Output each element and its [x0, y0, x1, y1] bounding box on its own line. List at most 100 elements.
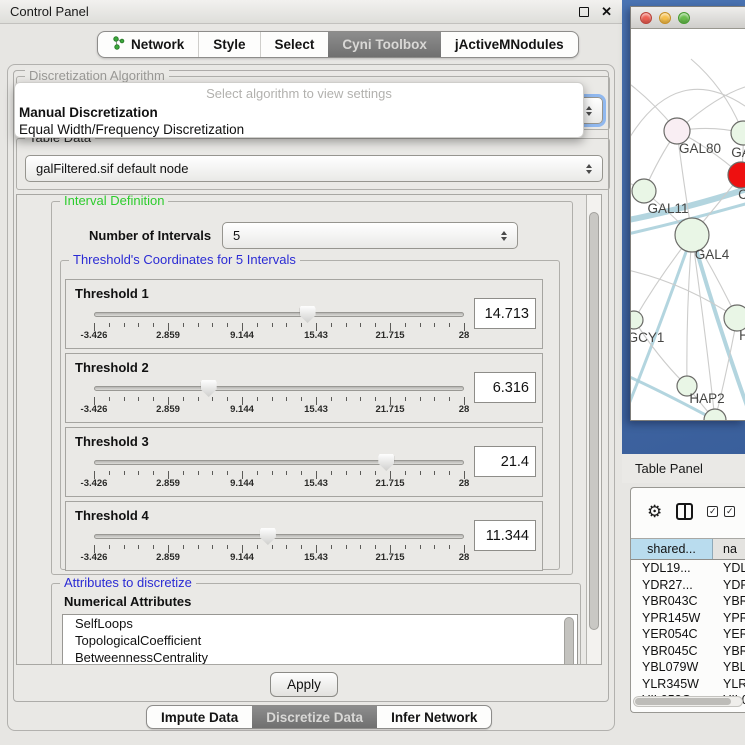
cell-shared-name[interactable]: YBL079W	[631, 659, 713, 676]
table-horizontal-scrollbar[interactable]	[633, 696, 743, 707]
table-row[interactable]: YBL079WYBL0	[631, 659, 745, 676]
threshold-slider[interactable]: -3.4262.8599.14415.4321.71528	[94, 306, 464, 340]
threshold-slider[interactable]: -3.4262.8599.14415.4321.71528	[94, 528, 464, 562]
settings-scrollbar-thumb[interactable]	[589, 212, 599, 630]
network-node-ga[interactable]	[731, 121, 745, 145]
threshold-slider[interactable]: -3.4262.8599.14415.4321.71528	[94, 454, 464, 488]
network-graph[interactable]: GAL80GACGAL11GAL4GCY1HHAP2	[631, 29, 745, 420]
tab-discretize-data[interactable]: Discretize Data	[252, 706, 377, 728]
slider-thumb[interactable]	[260, 528, 276, 545]
checkbox-icon[interactable]: ✓	[724, 506, 735, 517]
slider-track[interactable]	[94, 534, 464, 539]
tick-mark	[109, 471, 110, 475]
attributes-scrollbar[interactable]	[563, 617, 575, 665]
table-row[interactable]: YBR043CYBR0	[631, 593, 745, 610]
float-window-icon[interactable]	[579, 7, 589, 17]
tab-cyni-toolbox[interactable]: Cyni Toolbox	[328, 32, 441, 57]
threshold-value-field[interactable]: 6.316	[474, 372, 536, 403]
cell-shared-name[interactable]: YDR27...	[631, 577, 713, 594]
cell-name[interactable]: YLR3	[713, 676, 745, 693]
slider-track[interactable]	[94, 312, 464, 317]
tab-impute-data[interactable]: Impute Data	[147, 706, 252, 728]
close-icon[interactable]: ✕	[601, 7, 612, 17]
tab-select[interactable]: Select	[260, 32, 329, 57]
slider-thumb[interactable]	[201, 380, 217, 397]
cell-shared-name[interactable]: YBR043C	[631, 593, 713, 610]
network-node-gcy1[interactable]	[631, 311, 643, 329]
slider-thumb[interactable]	[300, 306, 316, 323]
cell-shared-name[interactable]: YBR045C	[631, 643, 713, 660]
cell-name[interactable]: YBL0	[713, 659, 745, 676]
column-header-name[interactable]: na	[713, 539, 745, 559]
table-row[interactable]: YBR045CYBR0	[631, 643, 745, 660]
column-header-shared-name[interactable]: shared...	[631, 539, 713, 559]
cell-name[interactable]: YDL1	[713, 560, 745, 577]
tick-mark	[124, 397, 125, 401]
tab-network[interactable]: Network	[98, 32, 198, 57]
threshold-value-field[interactable]: 11.344	[474, 520, 536, 551]
table-data-combo[interactable]: galFiltered.sif default node	[25, 155, 603, 182]
checkbox-icon[interactable]: ✓	[707, 506, 718, 517]
tab-jactivemnodules[interactable]: jActiveMNodules	[441, 32, 578, 57]
slider-track[interactable]	[94, 460, 464, 465]
tick-label: 9.144	[230, 478, 254, 489]
cell-name[interactable]: YDR2	[713, 577, 745, 594]
algorithm-option-manual-discretization[interactable]: Manual Discretization	[15, 104, 583, 121]
network-edge[interactable]	[631, 269, 737, 318]
cell-name[interactable]: YBR0	[713, 643, 745, 660]
network-edge[interactable]	[691, 59, 743, 133]
table-row[interactable]: YER054CYER0	[631, 626, 745, 643]
table-row[interactable]: YDR27...YDR2	[631, 577, 745, 594]
split-columns-icon[interactable]	[676, 503, 693, 520]
combo-stepper-icon	[586, 164, 592, 174]
threshold-label: Threshold 3	[75, 434, 149, 449]
tick-label: 2.859	[156, 330, 180, 341]
minimize-traffic-light-icon[interactable]	[659, 12, 671, 24]
close-traffic-light-icon[interactable]	[640, 12, 652, 24]
tab-infer-network[interactable]: Infer Network	[377, 706, 491, 728]
tick-mark	[286, 545, 287, 549]
cell-name[interactable]: YER0	[713, 626, 745, 643]
table-row[interactable]: YPR145WYPR1	[631, 610, 745, 627]
algorithm-option-equal-width-frequency-discretization[interactable]: Equal Width/Frequency Discretization	[15, 121, 583, 138]
table-row[interactable]: YDL19...YDL1	[631, 560, 745, 577]
network-window-titlebar	[631, 7, 745, 29]
attribute-item-topologicalcoefficient[interactable]: TopologicalCoefficient	[63, 632, 577, 649]
cell-shared-name[interactable]: YPR145W	[631, 610, 713, 627]
attribute-item-selfloops[interactable]: SelfLoops	[63, 615, 577, 632]
tick-label: 2.859	[156, 552, 180, 563]
threshold-panel: Threshold 2-3.4262.8599.14415.4321.71528…	[65, 353, 543, 423]
threshold-value-field[interactable]: 21.4	[474, 446, 536, 477]
number-of-intervals-combo[interactable]: 5	[222, 222, 518, 249]
settings-scrollbar[interactable]	[586, 195, 601, 664]
tick-mark	[109, 397, 110, 401]
network-node-label: GA	[731, 145, 745, 160]
table-row[interactable]: YLR345WYLR3	[631, 676, 745, 693]
cyni-bottom-tabstrip: Impute DataDiscretize DataInfer Network	[146, 705, 492, 729]
zoom-traffic-light-icon[interactable]	[678, 12, 690, 24]
cell-name[interactable]: YBR0	[713, 593, 745, 610]
attribute-item-betweennesscentrality[interactable]: BetweennessCentrality	[63, 649, 577, 665]
threshold-slider[interactable]: -3.4262.8599.14415.4321.71528	[94, 380, 464, 414]
table-scrollbar-thumb[interactable]	[635, 698, 731, 705]
cell-shared-name[interactable]: YLR345W	[631, 676, 713, 693]
tick-mark	[331, 471, 332, 475]
network-canvas[interactable]: GAL80GACGAL11GAL4GCY1HHAP2	[631, 29, 745, 420]
gear-icon[interactable]: ⚙	[647, 503, 662, 520]
tick-mark	[405, 397, 406, 401]
attributes-scrollbar-thumb[interactable]	[564, 617, 574, 665]
tick-mark	[257, 545, 258, 549]
threshold-panel: Threshold 1-3.4262.8599.14415.4321.71528…	[65, 279, 543, 349]
apply-button[interactable]: Apply	[270, 672, 338, 697]
network-node-gal11[interactable]	[632, 179, 656, 203]
interval-definition-group: Interval Definition Number of Intervals …	[51, 201, 573, 575]
network-edge[interactable]	[687, 235, 692, 386]
slider-thumb[interactable]	[378, 454, 394, 471]
numerical-attributes-list[interactable]: SelfLoopsTopologicalCoefficientBetweenne…	[62, 614, 578, 665]
cell-shared-name[interactable]: YER054C	[631, 626, 713, 643]
cell-shared-name[interactable]: YDL19...	[631, 560, 713, 577]
tab-style[interactable]: Style	[198, 32, 259, 57]
threshold-value-field[interactable]: 14.713	[474, 298, 536, 329]
cell-name[interactable]: YPR1	[713, 610, 745, 627]
slider-track[interactable]	[94, 386, 464, 391]
